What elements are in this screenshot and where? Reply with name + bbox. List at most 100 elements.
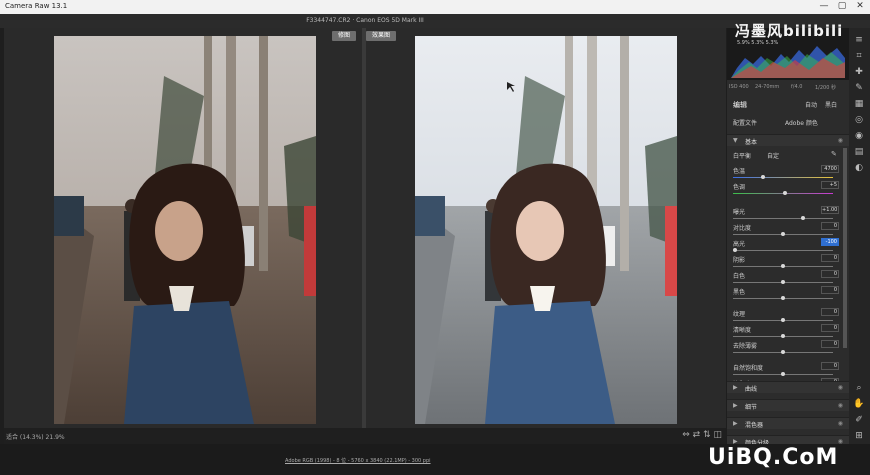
image-canvas[interactable]: 修图 效果图 [4, 28, 726, 428]
edit-header: 编辑 自动 黑白 [733, 99, 845, 109]
hand-icon[interactable]: ✋ [853, 398, 865, 410]
slider-row: 纹理 0 [733, 308, 845, 318]
slider-value-input[interactable]: 4700 [821, 165, 839, 173]
slider-value-input[interactable]: +1.00 [821, 206, 839, 214]
chevron-right-icon: ▶ [733, 420, 738, 427]
panel-scrollbar[interactable] [843, 148, 847, 348]
slider-label: 去除薄雾 [733, 343, 758, 350]
slider-knob[interactable] [781, 232, 785, 236]
edit-panel: 冯墨风bilibili 5.9% 5.3% 5.3% ISO 400 24-70… [727, 22, 849, 460]
eye-icon[interactable]: ◉ [838, 384, 843, 391]
section-header-mixer[interactable]: ▶ 混色器 ◉ [727, 417, 849, 429]
slider-knob[interactable] [733, 248, 737, 252]
histogram: 冯墨风bilibili 5.9% 5.3% 5.3% [727, 22, 849, 80]
slider-track[interactable] [733, 334, 833, 338]
slider-knob[interactable] [781, 296, 785, 300]
slider-row: 阴影 0 [733, 254, 845, 264]
slider-value-input[interactable]: -100 [821, 238, 839, 246]
maximize-button[interactable]: ▢ [833, 1, 851, 11]
slider-track[interactable] [733, 280, 833, 284]
close-button[interactable]: ✕ [851, 1, 869, 11]
white-balance-row[interactable]: 白平衡 自定 ✎ [733, 150, 845, 160]
slider-value-input[interactable]: +5 [821, 181, 839, 189]
workflow-options-link[interactable]: Adobe RGB (1998) - 8 位 - 5760 x 3840 (22… [285, 457, 431, 464]
section-header-curve[interactable]: ▶ 曲线 ◉ [727, 381, 849, 393]
slider-knob[interactable] [781, 318, 785, 322]
slider-row: 色调 +5 [733, 181, 845, 191]
section-header-detail[interactable]: ▶ 细节 ◉ [727, 399, 849, 411]
slider-track[interactable] [733, 372, 833, 376]
zoom-level[interactable]: 适合 (14.3%) 21.9% [6, 432, 65, 441]
before-label[interactable]: 修图 [332, 31, 357, 41]
slider-label: 色温 [733, 168, 746, 175]
title-bar: Camera Raw 13.1 — ▢ ✕ [0, 0, 870, 14]
slider-row: 白色 0 [733, 270, 845, 280]
after-pane[interactable] [366, 28, 726, 428]
slider-knob[interactable] [781, 264, 785, 268]
window-title: Camera Raw 13.1 [5, 2, 68, 10]
view-toggle-icons[interactable]: ⇔ ⇄ ⇅ ◫ [682, 430, 722, 440]
edit-tool-icon[interactable]: ≡ [853, 34, 865, 46]
snapshot-icon[interactable]: ▤ [853, 146, 865, 158]
histogram-readout: 5.9% 5.3% 5.3% [737, 40, 779, 46]
after-photo [415, 36, 677, 424]
slider-track[interactable] [733, 191, 833, 195]
slider-value-input[interactable]: 0 [821, 324, 839, 332]
zoom-icon[interactable]: ⌕ [853, 382, 865, 394]
slider-knob[interactable] [783, 191, 787, 195]
slider-track[interactable] [733, 264, 833, 268]
radial-icon[interactable]: ◎ [853, 114, 865, 126]
slider-label: 自然饱和度 [733, 365, 764, 372]
slider-row: 色温 4700 [733, 165, 845, 175]
eye-icon[interactable]: ◉ [838, 420, 843, 427]
slider-label: 色调 [733, 184, 746, 191]
before-pane[interactable] [4, 28, 362, 428]
slider-row: 黑色 0 [733, 286, 845, 296]
gradient-icon[interactable]: ▦ [853, 98, 865, 110]
slider-label: 高光 [733, 241, 746, 248]
slider-value-input[interactable]: 0 [821, 254, 839, 262]
section-label: 混色器 [745, 422, 764, 429]
slider-value-input[interactable]: 0 [821, 340, 839, 348]
slider-row: 自然饱和度 0 [733, 362, 845, 372]
slider-knob[interactable] [781, 334, 785, 338]
slider-track[interactable] [733, 296, 833, 300]
watermark: 冯墨风bilibili [735, 22, 844, 40]
eye-icon[interactable]: ◉ [838, 402, 843, 409]
after-label[interactable]: 效果图 [366, 31, 397, 41]
slider-track[interactable] [733, 216, 833, 220]
grid-icon[interactable]: ⊞ [853, 430, 865, 442]
slider-knob[interactable] [801, 216, 805, 220]
eyedropper-icon[interactable]: ✎ [831, 150, 837, 158]
edit-label: 编辑 [733, 101, 747, 109]
slider-value-input[interactable]: 0 [821, 362, 839, 370]
minimize-button[interactable]: — [815, 1, 833, 11]
slider-track[interactable] [733, 318, 833, 322]
slider-value-input[interactable]: 0 [821, 286, 839, 294]
slider-track[interactable] [733, 248, 833, 252]
slider-value-input[interactable]: 0 [821, 270, 839, 278]
slider-knob[interactable] [781, 372, 785, 376]
slider-track[interactable] [733, 350, 833, 354]
profile-select[interactable]: Adobe 颜色 [785, 118, 818, 127]
eye-icon[interactable]: ◉ [838, 137, 843, 144]
slider-knob[interactable] [761, 175, 765, 179]
color-sampler-icon[interactable]: ✐ [853, 414, 865, 426]
slider-track[interactable] [733, 232, 833, 236]
crop-icon[interactable]: ⌗ [853, 50, 865, 62]
basic-section-header[interactable]: ▼ 基本 ◉ [727, 134, 849, 146]
tool-sidebar: ≡ ⌗ ✚ ✎ ▦ ◎ ◉ ▤ ◐ ⌕ ✋ ✐ ⊞ [849, 28, 870, 460]
slider-value-input[interactable]: 0 [821, 222, 839, 230]
heal-icon[interactable]: ✚ [853, 66, 865, 78]
slider-value-input[interactable]: 0 [821, 308, 839, 316]
bw-button[interactable]: 黑白 [825, 100, 837, 109]
slider-knob[interactable] [781, 350, 785, 354]
profile-row[interactable]: 配置文件 Adobe 颜色 [733, 117, 845, 127]
wb-select[interactable]: 自定 [767, 151, 779, 160]
slider-knob[interactable] [781, 280, 785, 284]
redeye-icon[interactable]: ◉ [853, 130, 865, 142]
presets-icon[interactable]: ◐ [853, 162, 865, 174]
auto-button[interactable]: 自动 [805, 100, 817, 109]
slider-track[interactable] [733, 175, 833, 179]
brush-icon[interactable]: ✎ [853, 82, 865, 94]
